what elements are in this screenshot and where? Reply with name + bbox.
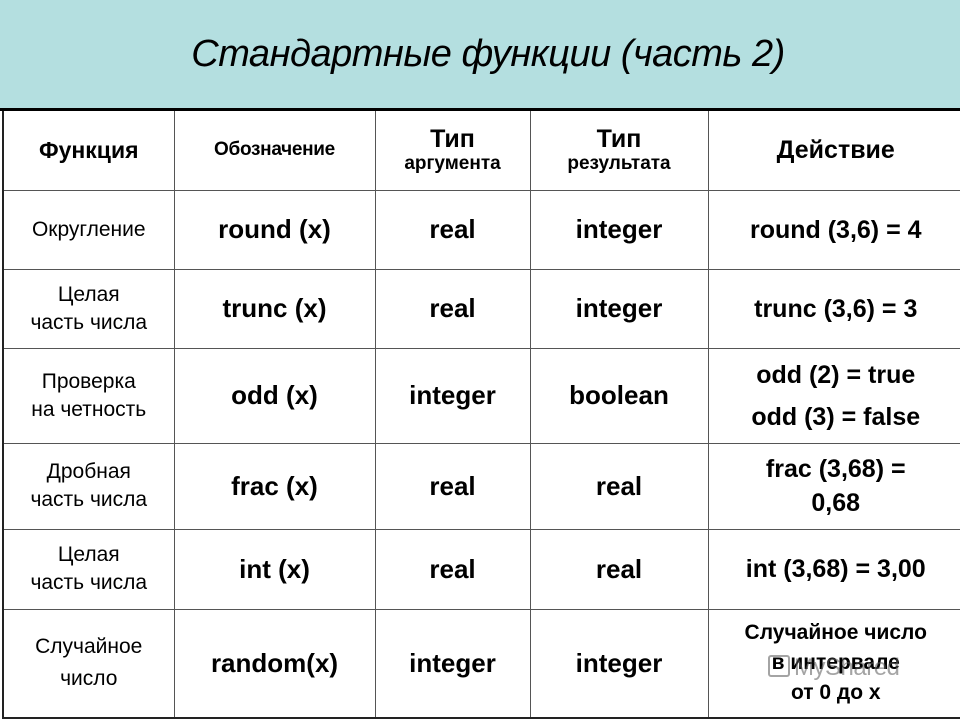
header-result-type-main: Тип: [596, 125, 642, 154]
notation-cell: int (x): [173, 528, 376, 610]
function-name: на четность: [31, 397, 147, 421]
notation-cell: trunc (x): [173, 268, 376, 349]
action-line: odd (3) = false: [751, 402, 921, 431]
result-type-cell: real: [529, 442, 709, 530]
result-type-cell: integer: [529, 608, 709, 719]
action-cell: Случайное число в интервале от 0 до х: [707, 608, 960, 719]
header-notation-label: Обозначение: [214, 139, 335, 161]
table-row: Дробная часть числа frac (x) real real f…: [2, 442, 960, 530]
header-notation: Обозначение: [173, 111, 376, 191]
header-action-label: Действие: [776, 135, 895, 164]
slide-title: Стандартные функции (часть 2): [191, 33, 785, 75]
action-line: 0,68: [811, 489, 861, 517]
function-name-cell: Целая часть числа: [2, 528, 175, 610]
table-row: Целая часть числа trunc (x) real integer…: [2, 268, 960, 349]
header-arg-type-sub: аргумента: [404, 153, 501, 175]
function-name: часть числа: [30, 310, 148, 334]
table-row: Округление round (x) real integer round …: [2, 189, 960, 270]
result-type-cell: boolean: [529, 347, 709, 444]
action-line: trunc (3,6) = 3: [754, 294, 918, 323]
notation-cell: random(x): [173, 608, 376, 719]
functions-table: Функция Обозначение Тип аргумента Тип ре…: [2, 111, 960, 719]
function-name: число: [60, 667, 118, 691]
action-cell: int (3,68) = 3,00: [707, 528, 960, 610]
result-type-cell: integer: [529, 189, 709, 270]
header-arg-type-main: Тип: [430, 125, 475, 154]
action-line: odd (2) = true: [756, 360, 916, 389]
table-row: Случайное число random(x) integer intege…: [2, 608, 960, 719]
header-function: Функция: [2, 111, 175, 191]
notation-cell: frac (x): [173, 442, 376, 530]
function-name: Проверка: [41, 369, 136, 393]
function-name: Округление: [31, 217, 146, 241]
function-name: часть числа: [30, 571, 148, 594]
result-type-cell: integer: [529, 268, 709, 349]
arg-type-cell: real: [374, 528, 531, 610]
header-row: Функция Обозначение Тип аргумента Тип ре…: [2, 111, 960, 191]
action-line: в интервале: [771, 651, 900, 675]
arg-type-cell: integer: [374, 347, 531, 444]
table-row: Целая часть числа int (x) real real int …: [2, 528, 960, 610]
function-name-cell: Целая часть числа: [2, 268, 175, 349]
arg-type-cell: real: [374, 442, 531, 530]
function-name-cell: Округление: [2, 189, 175, 270]
function-name: Целая: [57, 543, 120, 566]
function-name: Дробная: [46, 460, 131, 483]
header-function-label: Функция: [38, 136, 139, 163]
arg-type-cell: real: [374, 268, 531, 349]
action-line: round (3,6) = 4: [749, 215, 922, 244]
header-result-type: Тип результата: [529, 111, 709, 191]
function-name: Случайное: [35, 635, 143, 659]
notation-cell: round (x): [173, 189, 376, 270]
arg-type-cell: integer: [374, 608, 531, 719]
function-name-cell: Случайное число: [2, 608, 175, 719]
function-name-cell: Проверка на четность: [2, 347, 175, 444]
action-line: от 0 до х: [790, 681, 881, 705]
function-name: Целая: [57, 282, 120, 306]
notation-cell: odd (x): [173, 347, 376, 444]
header-arg-type: Тип аргумента: [374, 111, 531, 191]
action-line: int (3,68) = 3,00: [745, 555, 926, 583]
result-type-cell: real: [529, 528, 709, 610]
action-line: Случайное число: [744, 621, 927, 645]
action-cell: odd (2) = true odd (3) = false: [707, 347, 960, 444]
action-line: frac (3,68) =: [765, 455, 906, 483]
title-band: Стандартные функции (часть 2): [0, 0, 960, 108]
header-result-type-sub: результата: [567, 153, 671, 175]
function-name-cell: Дробная часть числа: [2, 442, 175, 530]
arg-type-cell: real: [374, 189, 531, 270]
function-name: часть числа: [30, 488, 148, 511]
action-cell: trunc (3,6) = 3: [707, 268, 960, 349]
table-row: Проверка на четность odd (x) integer boo…: [2, 347, 960, 444]
action-cell: frac (3,68) = 0,68: [707, 442, 960, 530]
action-cell: round (3,6) = 4: [707, 189, 960, 270]
header-action: Действие: [707, 111, 960, 191]
